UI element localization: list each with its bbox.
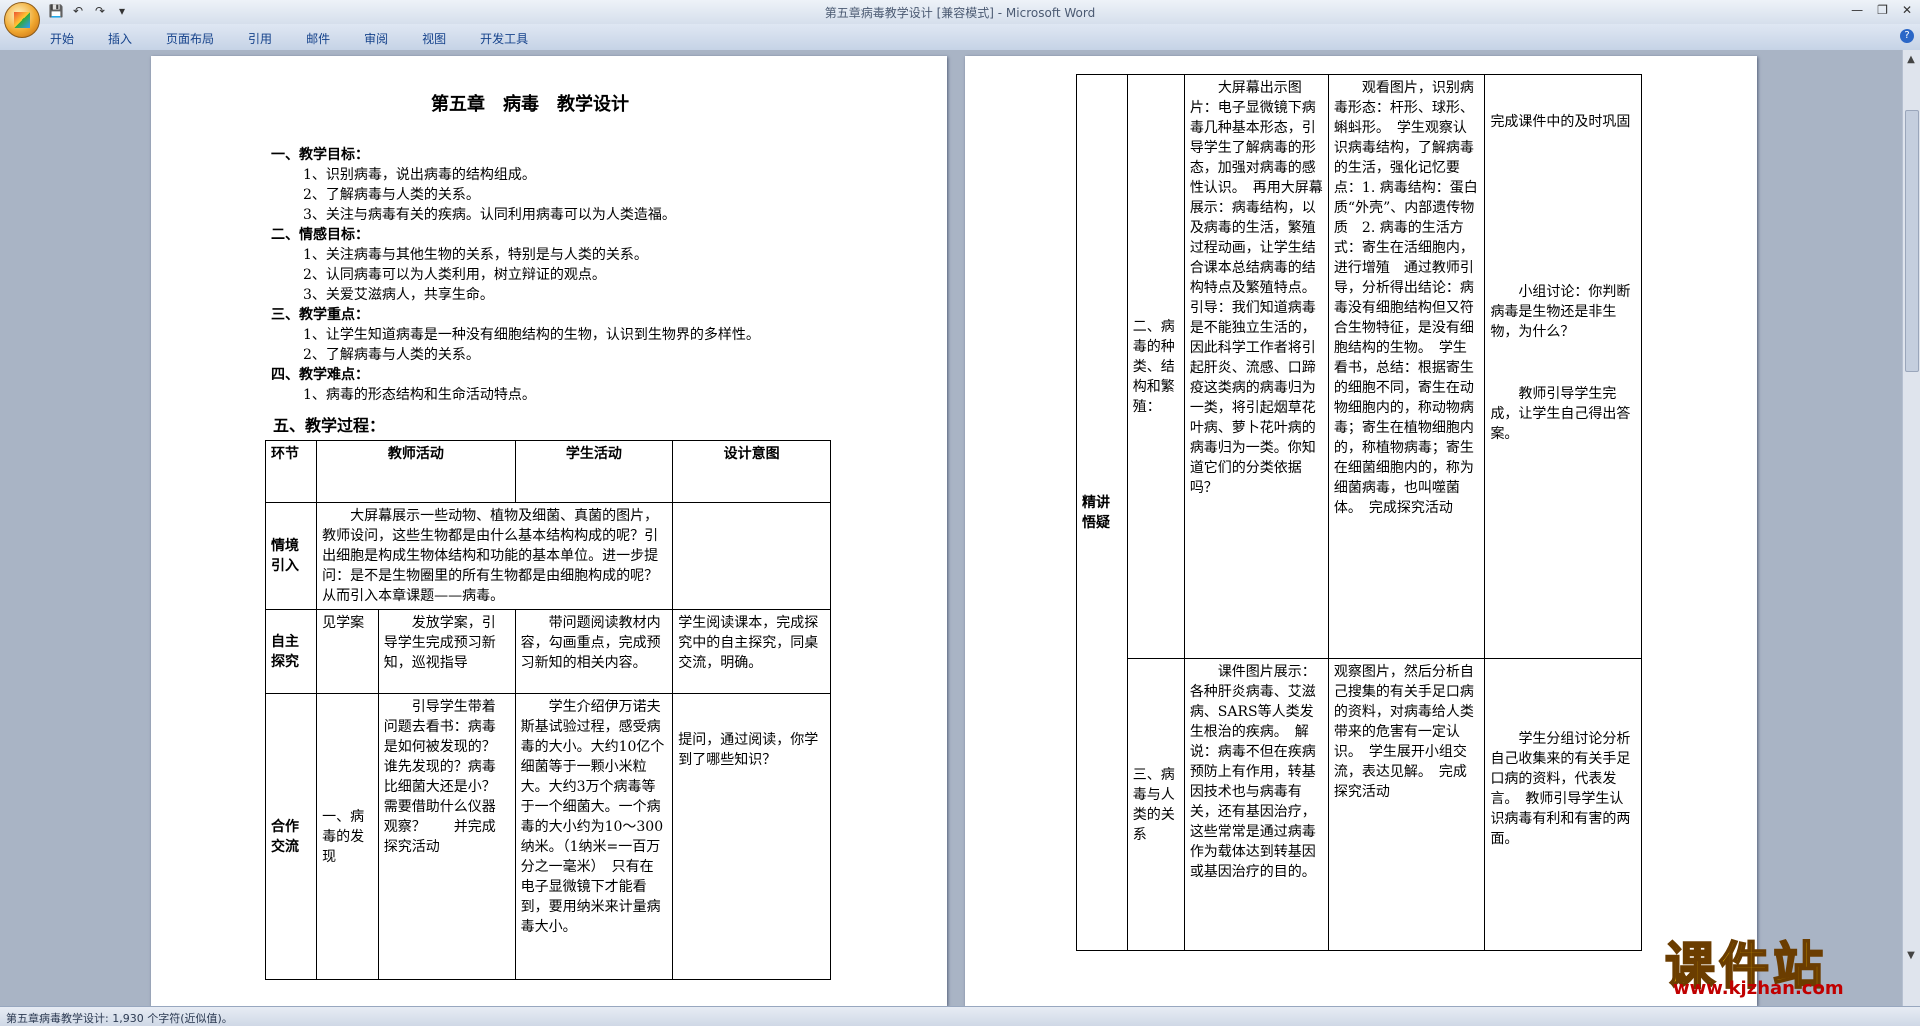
status-bar: 第五章病毒教学设计: 1,930 个字符(近似值)。: [0, 1006, 1920, 1026]
stage-explain: 精讲悟疑: [1076, 74, 1128, 951]
document-workspace: 第五章 病毒 教学设计 一、教学目标： 1、识别病毒，说出病毒的结构组成。 2、…: [0, 50, 1920, 1006]
heading-process: 五、教学过程：: [273, 416, 386, 435]
objective-item: 3、关注与病毒有关的疾病。认同利用病毒可以为人类造福。: [303, 207, 676, 223]
ribbon: 开始 插入 页面布局 引用 邮件 审阅 视图 开发工具 ?: [0, 24, 1920, 51]
self-explore-intent: 学生阅读课本，完成探究中的自主探究，同桌交流，明确。: [672, 609, 831, 694]
tab-developer[interactable]: 开发工具: [480, 30, 528, 47]
difficulty-item: 1、病毒的形态结构和生命活动特点。: [303, 387, 536, 403]
intro-intent: [672, 502, 831, 610]
header-student: 学生活动: [514, 440, 674, 503]
relation-teacher: 课件图片展示：各种肝炎病毒、艾滋病、SARS等人类发生根治的疾病。 解说：病毒不…: [1183, 658, 1329, 951]
window-controls: — ❐ ✕: [1851, 3, 1912, 17]
header-teacher: 教师活动: [316, 440, 516, 503]
scroll-down-icon[interactable]: ▼: [1905, 950, 1917, 962]
document-title: 第五章 病毒 教学设计: [431, 94, 629, 115]
tab-mailings[interactable]: 邮件: [306, 30, 330, 47]
window-title: 第五章病毒教学设计 [兼容模式] - Microsoft Word: [824, 6, 1096, 20]
relation-intent: 学生分组讨论分析自己收集来的有关手足口病的资料，代表发言。 教师引导学生认识病毒…: [1484, 658, 1642, 951]
teaching-process-table-continued: 精讲悟疑 二、病毒的种类、结构和繁殖： 大屏幕出示图片：电子显微镜下病毒几种基本…: [1076, 74, 1642, 951]
tab-view[interactable]: 视图: [422, 30, 446, 47]
title-bar: 💾 ↶ ↷ ▾ 第五章病毒教学设计 [兼容模式] - Microsoft Wor…: [0, 0, 1920, 38]
tab-insert[interactable]: 插入: [108, 30, 132, 47]
minimize-icon[interactable]: —: [1851, 3, 1863, 17]
scroll-up-icon[interactable]: ▲: [1905, 54, 1917, 66]
intent-consolidate: 完成课件中的及时巩固: [1490, 114, 1631, 130]
intent-group-discussion: 小组讨论：你判断病毒是生物还是非生物，为什么？: [1490, 284, 1631, 340]
objective-item: 2、了解病毒与人类的关系。: [303, 187, 480, 203]
tab-page-layout[interactable]: 页面布局: [166, 30, 214, 47]
key-point-item: 2、了解病毒与人类的关系。: [303, 347, 480, 363]
header-stage: 环节: [264, 440, 318, 503]
stage-intro: 情境引入: [264, 502, 318, 610]
document-page-1[interactable]: 第五章 病毒 教学设计 一、教学目标： 1、识别病毒，说出病毒的结构组成。 2、…: [151, 56, 947, 1006]
vertical-scrollbar[interactable]: ▲ ▼: [1902, 50, 1920, 1006]
structure-sub: 二、病毒的种类、结构和繁殖：: [1126, 74, 1185, 659]
cooperate-intent: 提问，通过阅读，你学到了哪些知识？: [672, 693, 831, 980]
emotional-goal-item: 1、关注病毒与其他生物的关系，特别是与人类的关系。: [303, 247, 648, 263]
heading-objectives: 一、教学目标：: [271, 147, 369, 163]
relation-sub: 三、病毒与人类的关系: [1126, 658, 1185, 951]
tab-review[interactable]: 审阅: [364, 30, 388, 47]
office-button[interactable]: [4, 2, 40, 38]
help-icon[interactable]: ?: [1900, 29, 1914, 43]
teaching-process-table: 环节 教师活动 学生活动 设计意图 情境引入 大屏幕展示一些动物、植物及细菌、真…: [264, 440, 831, 980]
intro-teacher-activity: 大屏幕展示一些动物、植物及细菌、真菌的图片，教师设问，这些生物都是由什么基本结构…: [316, 502, 674, 610]
self-explore-sub: 见学案: [316, 609, 379, 694]
self-explore-teacher: 发放学案，引导学生完成预习新知，巡视指导: [377, 609, 516, 694]
word-count-status[interactable]: 第五章病毒教学设计: 1,930 个字符(近似值)。: [6, 1010, 233, 1026]
ribbon-tabs: 开始 插入 页面布局 引用 邮件 审阅 视图 开发工具: [50, 30, 562, 47]
structure-student: 观看图片，识别病毒形态：杆形、球形、蝌蚪形。 学生观察认识病毒结构，了解病毒的生…: [1327, 74, 1486, 659]
scrollbar-thumb[interactable]: [1905, 110, 1919, 372]
intent-teacher-guide: 教师引导学生完成，让学生自己得出答案。: [1490, 386, 1631, 442]
watermark-logo: 课件站 www.kjzhan.com: [1664, 926, 1905, 1000]
emotional-goal-item: 3、关爱艾滋病人，共享生命。: [303, 287, 494, 303]
cooperate-student: 学生介绍伊万诺夫斯基试验过程，感受病毒的大小。大约10亿个细菌等于一颗小米粒大。…: [514, 693, 674, 980]
structure-intent: 完成课件中的及时巩固 小组讨论：你判断病毒是生物还是非生物，为什么？ 教师引导学…: [1484, 74, 1642, 659]
structure-teacher: 大屏幕出示图片：电子显微镜下病毒几种基本形态，引导学生了解病毒的形态，加强对病毒…: [1183, 74, 1329, 659]
header-intent: 设计意图: [672, 440, 831, 503]
heading-difficulties: 四、教学难点：: [271, 367, 369, 383]
stage-cooperate: 合作交流: [264, 693, 318, 980]
self-explore-student: 带问题阅读教材内容，勾画重点，完成预习新知的相关内容。: [514, 609, 674, 694]
key-point-item: 1、让学生知道病毒是一种没有细胞结构的生物，认识到生物界的多样性。: [303, 327, 760, 343]
cooperate-sub: 一、病毒的发现: [316, 693, 379, 980]
maximize-icon[interactable]: ❐: [1877, 3, 1888, 17]
heading-emotional-goals: 二、情感目标：: [271, 227, 369, 243]
tab-references[interactable]: 引用: [248, 30, 272, 47]
close-icon[interactable]: ✕: [1902, 3, 1912, 17]
heading-key-points: 三、教学重点：: [271, 307, 369, 323]
relation-student: 观察图片，然后分析自己搜集的有关手足口病的资料，对病毒给人类带来的危害有一定认识…: [1327, 658, 1486, 951]
logo-url: www.kjzhan.com: [1673, 978, 1844, 999]
cooperate-teacher: 引导学生带着问题去看书：病毒是如何被发现的？谁先发现的？病毒比细菌大还是小？需要…: [377, 693, 516, 980]
document-page-2[interactable]: 精讲悟疑 二、病毒的种类、结构和繁殖： 大屏幕出示图片：电子显微镜下病毒几种基本…: [965, 56, 1757, 1006]
tab-home[interactable]: 开始: [50, 30, 74, 47]
stage-self-explore: 自主探究: [264, 609, 318, 694]
objective-item: 1、识别病毒，说出病毒的结构组成。: [303, 167, 536, 183]
emotional-goal-item: 2、认同病毒可以为人类利用，树立辩证的观点。: [303, 267, 606, 283]
